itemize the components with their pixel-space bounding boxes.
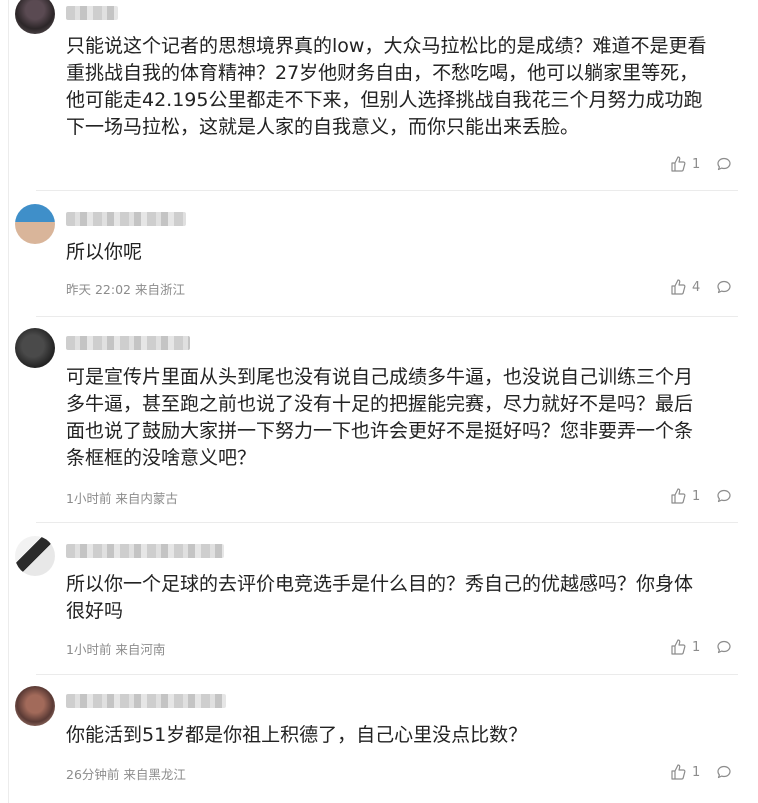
like-count: 1 [692, 764, 701, 780]
reply-button[interactable] [716, 488, 732, 504]
username-blurred[interactable] [66, 212, 186, 226]
comment-item: 只能说这个记者的思想境界真的low，大众马拉松比的是成绩？难道不是更看 重挑战自… [0, 0, 758, 190]
comment-text: 所以你一个足球的去评价电竞选手是什么目的？秀自己的优越感吗？你身体 很好吗 [66, 573, 694, 622]
comment-item: 你能活到51岁都是你祖上积德了，自己心里没点比数？ 26分钟前 来自黑龙江 1 [0, 674, 758, 803]
comment-bubble-icon [717, 280, 731, 294]
like-count: 1 [692, 639, 701, 655]
comment-text: 你能活到51岁都是你祖上积德了，自己心里没点比数？ [66, 724, 528, 746]
avatar[interactable] [15, 536, 55, 576]
avatar[interactable] [15, 686, 55, 726]
comment-meta: 昨天 22:02 来自浙江 [66, 282, 185, 297]
avatar[interactable] [15, 0, 55, 34]
thumbs-up-icon [671, 156, 686, 172]
avatar[interactable] [15, 328, 55, 368]
comment-bubble-icon [717, 489, 731, 503]
like-count: 4 [692, 279, 701, 295]
username-blurred[interactable] [66, 694, 226, 708]
thumbs-up-icon [671, 279, 686, 295]
comment-bubble-icon [717, 157, 731, 171]
comment-text: 可是宣传片里面从头到尾也没有说自己成绩多牛逼，也没说自己训练三个月 多牛逼，甚至… [66, 366, 694, 469]
comment-meta: 1小时前 来自河南 [66, 642, 166, 657]
comment-text: 所以你呢 [66, 241, 143, 263]
comment-meta: 1小时前 来自内蒙古 [66, 491, 178, 506]
reply-button[interactable] [716, 279, 732, 295]
username-blurred[interactable] [66, 336, 190, 350]
comment-item: 可是宣传片里面从头到尾也没有说自己成绩多牛逼，也没说自己训练三个月 多牛逼，甚至… [0, 316, 758, 522]
comment-text: 只能说这个记者的思想境界真的low，大众马拉松比的是成绩？难道不是更看 重挑战自… [66, 35, 707, 138]
comment-actions: 1 [670, 487, 742, 505]
like-count: 1 [692, 488, 701, 504]
comment-item: 所以你一个足球的去评价电竞选手是什么目的？秀自己的优越感吗？你身体 很好吗 1小… [0, 522, 758, 674]
comment-item: 所以你呢 昨天 22:02 来自浙江 4 [0, 190, 758, 316]
thumbs-up-icon [671, 764, 686, 780]
comment-actions: 1 [670, 763, 742, 781]
like-button[interactable]: 1 [670, 639, 700, 655]
like-button[interactable]: 4 [670, 279, 700, 295]
like-count: 1 [692, 156, 701, 172]
reply-button[interactable] [716, 639, 732, 655]
thumbs-up-icon [671, 639, 686, 655]
comment-bubble-icon [717, 765, 731, 779]
comment-bubble-icon [717, 640, 731, 654]
like-button[interactable]: 1 [670, 488, 700, 504]
username-blurred[interactable] [66, 544, 224, 558]
comment-meta: 26分钟前 来自黑龙江 [66, 767, 186, 782]
reply-button[interactable] [716, 764, 732, 780]
thumbs-up-icon [671, 488, 686, 504]
reply-button[interactable] [716, 156, 732, 172]
username-blurred[interactable] [66, 6, 118, 20]
comment-actions: 1 [670, 638, 742, 656]
avatar[interactable] [15, 204, 55, 244]
like-button[interactable]: 1 [670, 764, 700, 780]
comment-actions: 1 [670, 155, 742, 173]
comment-actions: 4 [670, 278, 742, 296]
like-button[interactable]: 1 [670, 156, 700, 172]
